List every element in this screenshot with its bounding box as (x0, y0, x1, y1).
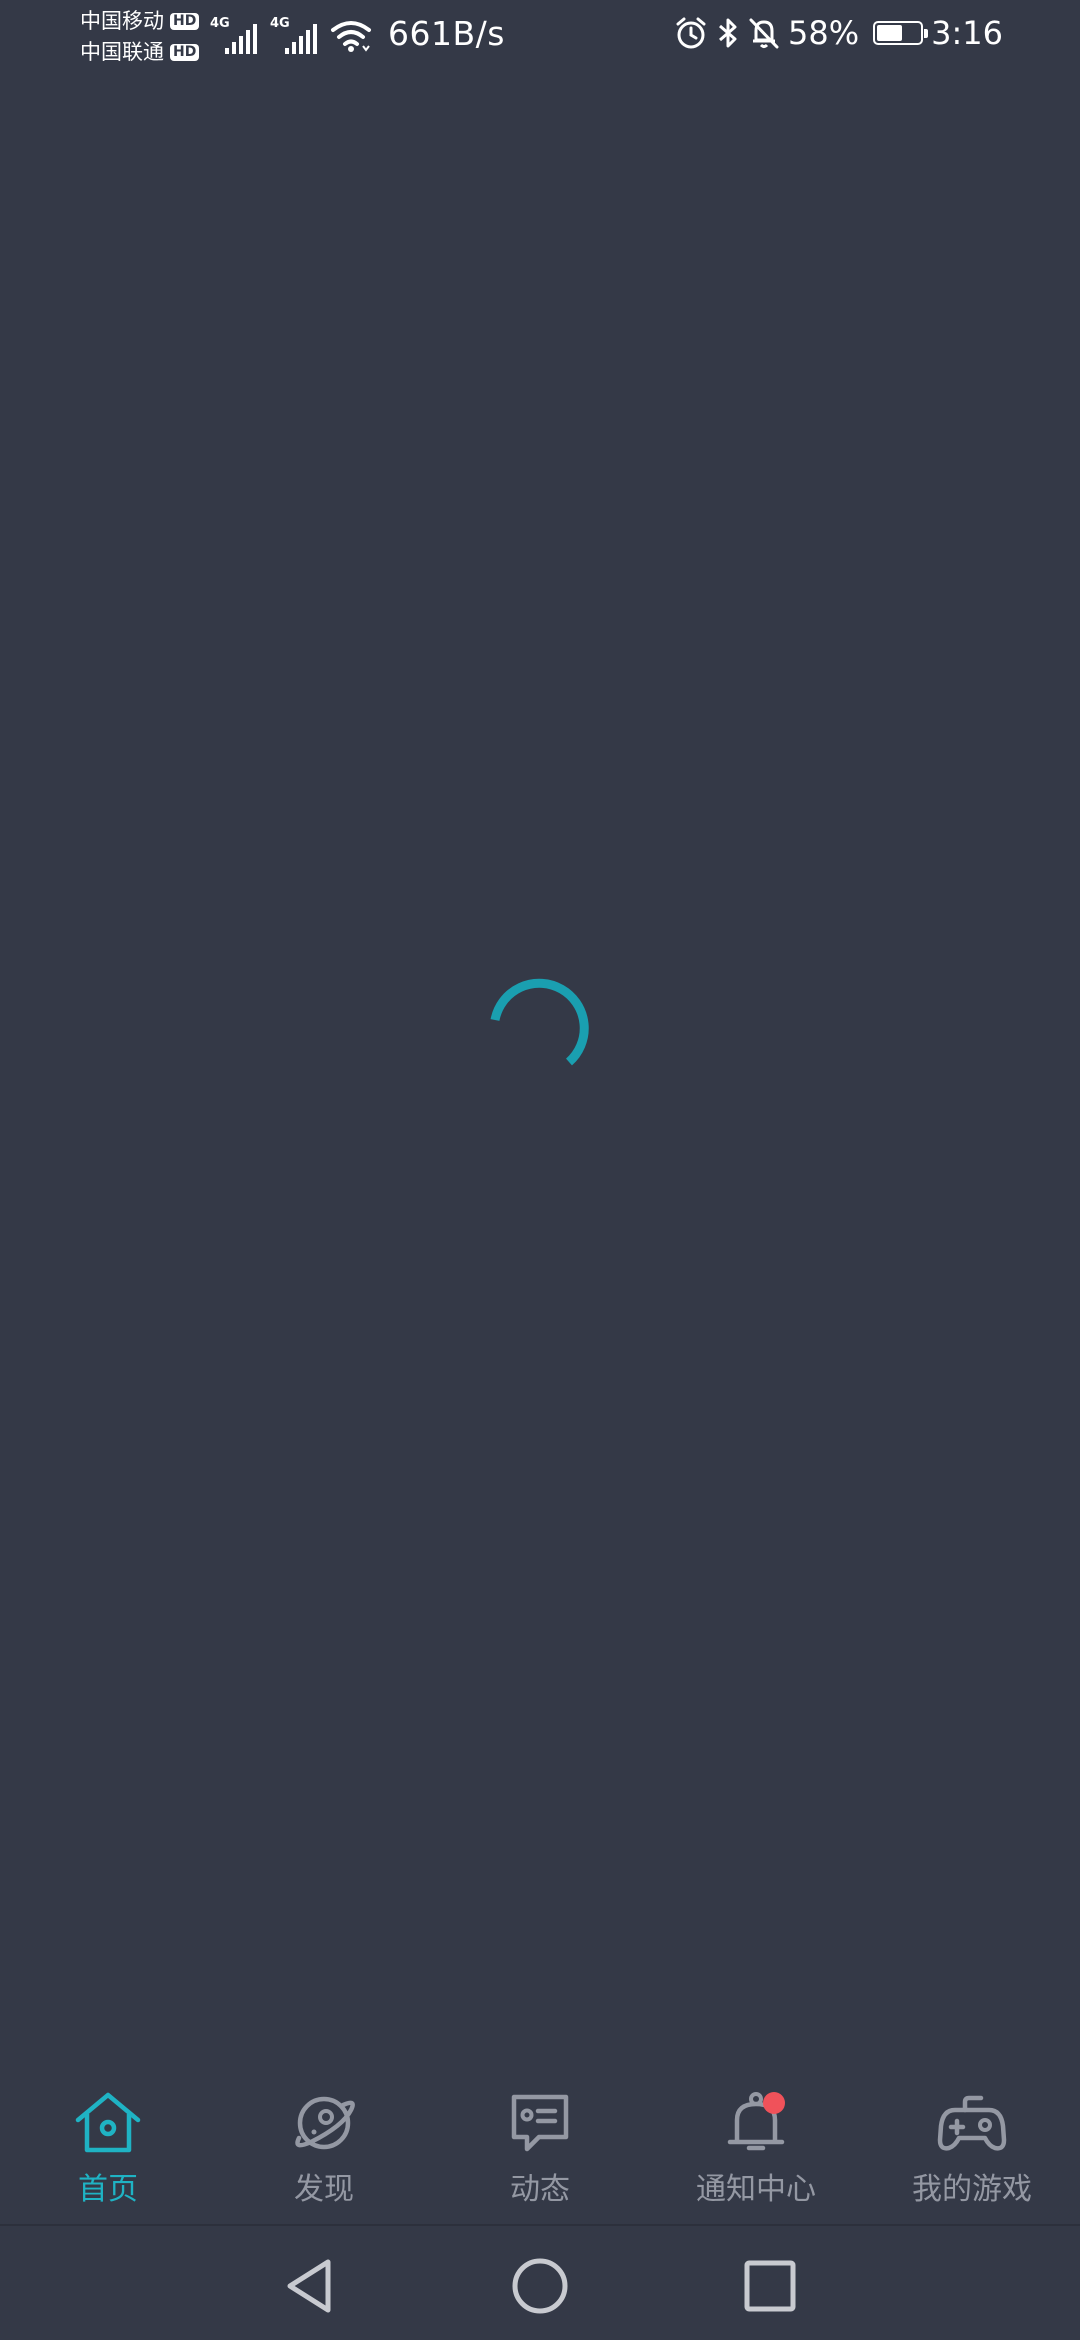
notification-badge-dot (763, 2092, 785, 2114)
network-speed: 661B/s (388, 14, 505, 53)
battery-tip (924, 29, 929, 38)
nav-tab-my-games[interactable]: 我的游戏 (864, 2070, 1080, 2224)
signal-bars-icon (225, 24, 257, 54)
carrier-2-label: 中国联通 (80, 40, 164, 64)
home-icon (73, 2090, 143, 2156)
bell-icon (721, 2090, 791, 2156)
hd-badge: HD (170, 13, 200, 30)
nav-tab-home[interactable]: 首页 (0, 2070, 216, 2224)
battery-icon (873, 21, 929, 45)
carrier-1-label: 中国移动 (80, 9, 164, 33)
status-bar: 中国移动 HD 中国联通 HD 4G 4G 661B/s 58% 3:16 (0, 0, 1080, 72)
nav-label-discover: 发现 (294, 2172, 354, 2207)
planet-icon (289, 2090, 359, 2156)
nav-label-notifications: 通知中心 (696, 2172, 816, 2207)
nav-tab-discover[interactable]: 发现 (216, 2070, 432, 2224)
battery-fill (877, 25, 902, 41)
mute-bell-icon (749, 18, 779, 49)
status-right-group: 58% 3:16 (674, 14, 1003, 52)
loading-spinner-icon (490, 978, 589, 1066)
bluetooth-icon (719, 18, 737, 48)
nav-tab-feed[interactable]: 动态 (432, 2070, 648, 2224)
nav-tab-notifications[interactable]: 通知中心 (648, 2070, 864, 2224)
carrier-info: 中国移动 HD 中国联通 HD (80, 6, 200, 68)
home-circle-icon[interactable] (510, 2256, 570, 2316)
bottom-navigation: 首页 发现 动态 通知中心 我的游戏 (0, 2070, 1080, 2224)
back-icon[interactable] (280, 2256, 340, 2316)
nav-label-feed: 动态 (510, 2172, 570, 2207)
nav-label-my-games: 我的游戏 (912, 2172, 1032, 2207)
recents-icon[interactable] (740, 2256, 800, 2316)
gamepad-icon (937, 2090, 1007, 2156)
nav-label-home: 首页 (78, 2172, 138, 2207)
hd-badge: HD (170, 44, 200, 61)
wifi-icon (331, 21, 371, 52)
alarm-icon (676, 17, 706, 49)
system-navigation-bar (0, 2226, 1080, 2340)
feed-icon (505, 2090, 575, 2156)
clock-time: 3:16 (931, 14, 1003, 52)
signal-bars-icon (285, 24, 317, 54)
battery-percent: 58% (788, 14, 860, 52)
